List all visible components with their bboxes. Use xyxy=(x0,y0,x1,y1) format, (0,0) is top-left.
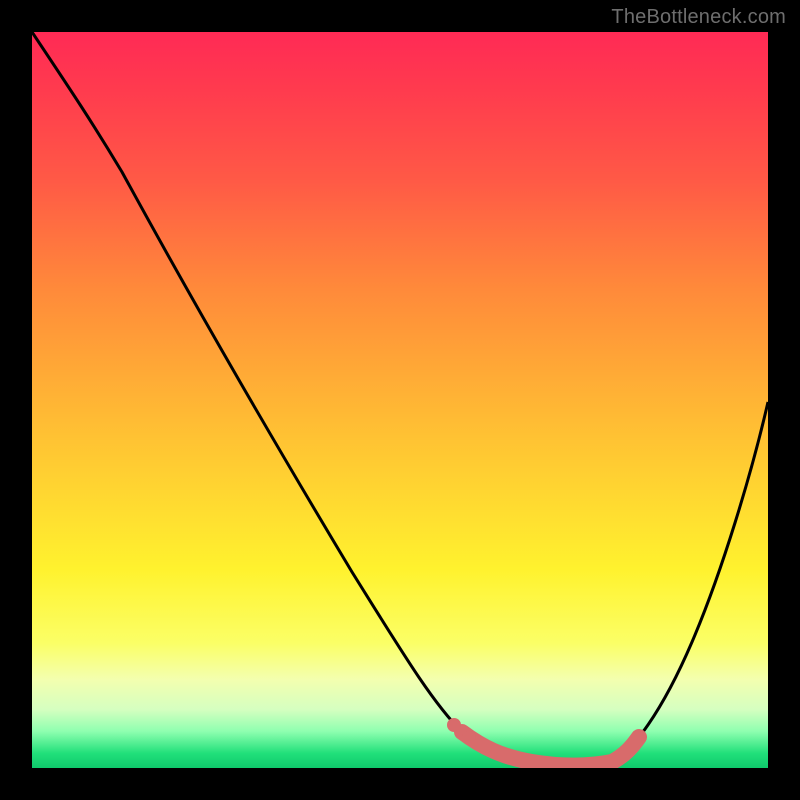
highlight-dot xyxy=(447,718,461,732)
highlight-segment xyxy=(462,732,639,766)
bottleneck-curve xyxy=(32,32,768,766)
curve-layer xyxy=(32,32,768,768)
plot-area xyxy=(32,32,768,768)
highlight-dot xyxy=(462,731,476,745)
watermark-text: TheBottleneck.com xyxy=(611,6,786,29)
chart-frame: TheBottleneck.com xyxy=(0,0,800,800)
